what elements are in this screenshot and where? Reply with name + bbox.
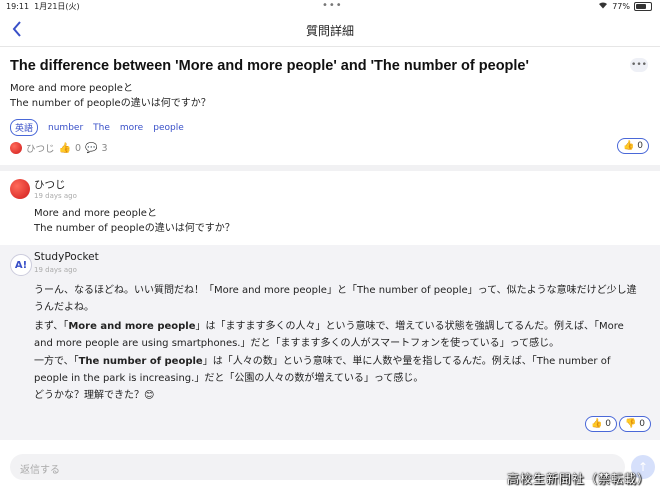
comment-count: 3: [101, 142, 108, 154]
like-count: 0: [74, 142, 82, 154]
multitask-dots[interactable]: •••: [322, 0, 343, 11]
question-card: The difference between 'More and more pe…: [0, 47, 660, 165]
post-item: ひつじ 19 days ago More and more peopleと Th…: [0, 171, 660, 245]
studypocket-logo-icon: A!: [10, 254, 32, 276]
thumbs-down-icon: 👎: [625, 419, 637, 429]
tag-item[interactable]: more: [120, 123, 143, 133]
answer-paragraph: まず、「More and more people」は「ますます多くの人々」という…: [34, 321, 624, 349]
tag-subject[interactable]: 英語: [10, 119, 39, 136]
answer-paragraph: 一方で、「The number of people」は「人々の数」という意味で、…: [34, 356, 611, 384]
post-author: StudyPocket: [34, 251, 99, 263]
thumbs-up-icon: 👍: [58, 142, 71, 154]
dislike-button[interactable]: 👎 0: [619, 416, 651, 432]
question-body: More and more peopleと The number of peop…: [10, 81, 211, 111]
thumbs-up-icon: 👍: [623, 141, 635, 151]
like-button[interactable]: 👍 0: [617, 138, 649, 154]
avatar: [10, 142, 22, 154]
post-text-line: The number of peopleの違いは何ですか？: [34, 223, 235, 234]
comment-icon: 💬: [85, 142, 98, 154]
reply-placeholder: 返信する: [20, 465, 60, 476]
question-title: The difference between 'More and more pe…: [10, 58, 529, 74]
status-time: 19:11 1月21日(火): [6, 2, 80, 11]
tag-item[interactable]: The: [93, 123, 110, 133]
post-date: 19 days ago: [34, 192, 77, 200]
page-title: 質問詳細: [305, 24, 354, 38]
more-options-icon[interactable]: •••: [630, 58, 648, 72]
thumbs-up-icon: 👍: [591, 419, 603, 429]
post-text: More and more peopleと The number of peop…: [34, 206, 235, 236]
tag-item[interactable]: people: [153, 123, 184, 133]
question-body-line: More and more peopleと: [10, 83, 133, 94]
like-button-count: 0: [637, 141, 643, 151]
post-text-line: More and more peopleと: [34, 208, 157, 219]
answer-paragraph: どうかな？理解できた？😊: [34, 390, 155, 401]
wifi-icon: [598, 1, 608, 11]
post-author: ひつじ: [34, 179, 66, 191]
tag-item[interactable]: number: [48, 123, 83, 133]
status-bar: 19:11 1月21日(火) ••• 77%: [0, 0, 660, 12]
like-button[interactable]: 👍 0: [585, 416, 617, 432]
post-date: 19 days ago: [34, 266, 77, 274]
battery-icon: [634, 1, 652, 11]
tag-list: 英語 number The more people: [10, 119, 184, 136]
question-author: ひつじ: [26, 144, 55, 155]
dislike-button-count: 0: [639, 419, 645, 429]
answer-paragraph: うーん、なるほどね。いい質問だね！「More and more people」と…: [34, 285, 637, 313]
battery-percent: 77%: [612, 1, 630, 11]
post-item: A! StudyPocket 19 days ago うーん、なるほどね。いい質…: [0, 245, 660, 440]
navigation-bar: 質問詳細: [0, 14, 660, 47]
question-meta: ひつじ 👍 0 💬 3: [10, 141, 108, 155]
like-button-count: 0: [605, 419, 611, 429]
status-right: 77%: [598, 1, 652, 11]
avatar: [10, 179, 30, 199]
watermark: 高校生新聞社（禁転載）: [507, 472, 651, 486]
question-body-line: The number of peopleの違いは何ですか？: [10, 98, 211, 109]
